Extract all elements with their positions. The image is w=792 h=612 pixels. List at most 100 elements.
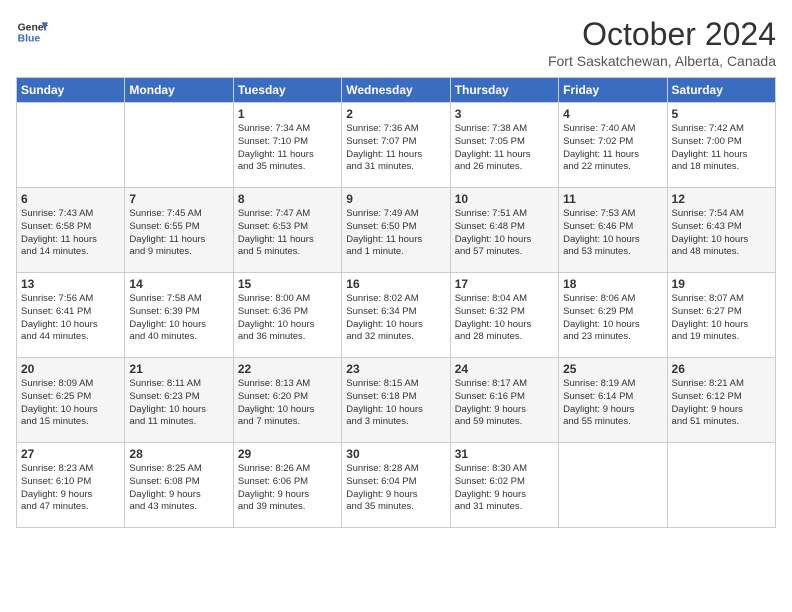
cell-content: Sunrise: 7:53 AM Sunset: 6:46 PM Dayligh… — [563, 208, 662, 259]
cell-content: Sunrise: 8:02 AM Sunset: 6:34 PM Dayligh… — [346, 293, 445, 344]
day-number: 10 — [455, 192, 554, 206]
day-number: 2 — [346, 107, 445, 121]
weekday-header: Sunday — [17, 78, 125, 103]
day-number: 22 — [238, 362, 337, 376]
day-number: 18 — [563, 277, 662, 291]
cell-content: Sunrise: 7:42 AM Sunset: 7:00 PM Dayligh… — [672, 123, 771, 174]
calendar-cell: 21 Sunrise: 8:11 AM Sunset: 6:23 PM Dayli… — [125, 358, 233, 443]
weekday-header: Saturday — [667, 78, 775, 103]
day-number: 1 — [238, 107, 337, 121]
calendar-cell: 6 Sunrise: 7:43 AM Sunset: 6:58 PM Daylig… — [17, 188, 125, 273]
cell-content: Sunrise: 7:58 AM Sunset: 6:39 PM Dayligh… — [129, 293, 228, 344]
calendar-cell — [559, 443, 667, 528]
cell-content: Sunrise: 7:54 AM Sunset: 6:43 PM Dayligh… — [672, 208, 771, 259]
calendar-cell: 27 Sunrise: 8:23 AM Sunset: 6:10 PM Dayli… — [17, 443, 125, 528]
calendar-row: 6 Sunrise: 7:43 AM Sunset: 6:58 PM Daylig… — [17, 188, 776, 273]
day-number: 9 — [346, 192, 445, 206]
weekday-header: Tuesday — [233, 78, 341, 103]
day-number: 23 — [346, 362, 445, 376]
calendar-cell: 18 Sunrise: 8:06 AM Sunset: 6:29 PM Dayli… — [559, 273, 667, 358]
calendar-cell: 5 Sunrise: 7:42 AM Sunset: 7:00 PM Daylig… — [667, 103, 775, 188]
cell-content: Sunrise: 7:34 AM Sunset: 7:10 PM Dayligh… — [238, 123, 337, 174]
day-number: 7 — [129, 192, 228, 206]
cell-content: Sunrise: 7:43 AM Sunset: 6:58 PM Dayligh… — [21, 208, 120, 259]
day-number: 15 — [238, 277, 337, 291]
day-number: 14 — [129, 277, 228, 291]
cell-content: Sunrise: 8:07 AM Sunset: 6:27 PM Dayligh… — [672, 293, 771, 344]
calendar-cell — [667, 443, 775, 528]
calendar-cell: 25Sunrise: 8:19 AM Sunset: 6:14 PM Dayli… — [559, 358, 667, 443]
cell-content: Sunrise: 7:40 AM Sunset: 7:02 PM Dayligh… — [563, 123, 662, 174]
month-title: October 2024 — [548, 16, 776, 53]
calendar-cell: 19Sunrise: 8:07 AM Sunset: 6:27 PM Dayli… — [667, 273, 775, 358]
calendar-cell: 17Sunrise: 8:04 AM Sunset: 6:32 PM Dayli… — [450, 273, 558, 358]
calendar-cell: 31 Sunrise: 8:30 AM Sunset: 6:02 PM Dayli… — [450, 443, 558, 528]
day-number: 13 — [21, 277, 120, 291]
cell-content: Sunrise: 8:23 AM Sunset: 6:10 PM Dayligh… — [21, 463, 120, 514]
calendar-cell: 7 Sunrise: 7:45 AM Sunset: 6:55 PM Daylig… — [125, 188, 233, 273]
calendar-cell: 29 Sunrise: 8:26 AM Sunset: 6:06 PM Dayli… — [233, 443, 341, 528]
day-number: 5 — [672, 107, 771, 121]
calendar-cell: 11 Sunrise: 7:53 AM Sunset: 6:46 PM Dayli… — [559, 188, 667, 273]
calendar-cell: 10 Sunrise: 7:51 AM Sunset: 6:48 PM Dayli… — [450, 188, 558, 273]
cell-content: Sunrise: 8:11 AM Sunset: 6:23 PM Dayligh… — [129, 378, 228, 429]
location: Fort Saskatchewan, Alberta, Canada — [548, 53, 776, 69]
day-number: 4 — [563, 107, 662, 121]
calendar-cell: 13 Sunrise: 7:56 AM Sunset: 6:41 PM Dayli… — [17, 273, 125, 358]
calendar-cell: 15 Sunrise: 8:00 AM Sunset: 6:36 PM Dayli… — [233, 273, 341, 358]
day-number: 3 — [455, 107, 554, 121]
page-header: General Blue October 2024 Fort Saskatche… — [16, 16, 776, 69]
day-number: 20 — [21, 362, 120, 376]
day-number: 29 — [238, 447, 337, 461]
cell-content: Sunrise: 7:56 AM Sunset: 6:41 PM Dayligh… — [21, 293, 120, 344]
weekday-header: Monday — [125, 78, 233, 103]
cell-content: Sunrise: 8:09 AM Sunset: 6:25 PM Dayligh… — [21, 378, 120, 429]
day-number: 30 — [346, 447, 445, 461]
calendar-cell: 30 Sunrise: 8:28 AM Sunset: 6:04 PM Dayli… — [342, 443, 450, 528]
calendar-row: 27 Sunrise: 8:23 AM Sunset: 6:10 PM Dayli… — [17, 443, 776, 528]
cell-content: Sunrise: 8:06 AM Sunset: 6:29 PM Dayligh… — [563, 293, 662, 344]
cell-content: Sunrise: 7:49 AM Sunset: 6:50 PM Dayligh… — [346, 208, 445, 259]
calendar-cell: 26Sunrise: 8:21 AM Sunset: 6:12 PM Dayli… — [667, 358, 775, 443]
cell-content: Sunrise: 7:45 AM Sunset: 6:55 PM Dayligh… — [129, 208, 228, 259]
cell-content: Sunrise: 7:47 AM Sunset: 6:53 PM Dayligh… — [238, 208, 337, 259]
day-number: 21 — [129, 362, 228, 376]
day-number: 12 — [672, 192, 771, 206]
cell-content: Sunrise: 8:15 AM Sunset: 6:18 PM Dayligh… — [346, 378, 445, 429]
calendar-cell: 20 Sunrise: 8:09 AM Sunset: 6:25 PM Dayli… — [17, 358, 125, 443]
day-number: 31 — [455, 447, 554, 461]
cell-content: Sunrise: 8:17 AM Sunset: 6:16 PM Dayligh… — [455, 378, 554, 429]
calendar-cell: 8 Sunrise: 7:47 AM Sunset: 6:53 PM Daylig… — [233, 188, 341, 273]
cell-content: Sunrise: 8:26 AM Sunset: 6:06 PM Dayligh… — [238, 463, 337, 514]
weekday-header: Thursday — [450, 78, 558, 103]
calendar-cell — [125, 103, 233, 188]
calendar-cell: 14 Sunrise: 7:58 AM Sunset: 6:39 PM Dayli… — [125, 273, 233, 358]
calendar-cell: 4 Sunrise: 7:40 AM Sunset: 7:02 PM Daylig… — [559, 103, 667, 188]
cell-content: Sunrise: 8:28 AM Sunset: 6:04 PM Dayligh… — [346, 463, 445, 514]
cell-content: Sunrise: 8:25 AM Sunset: 6:08 PM Dayligh… — [129, 463, 228, 514]
day-number: 11 — [563, 192, 662, 206]
calendar-cell: 16Sunrise: 8:02 AM Sunset: 6:34 PM Dayli… — [342, 273, 450, 358]
day-number: 8 — [238, 192, 337, 206]
calendar-row: 1 Sunrise: 7:34 AM Sunset: 7:10 PM Daylig… — [17, 103, 776, 188]
day-number: 25 — [563, 362, 662, 376]
day-number: 24 — [455, 362, 554, 376]
calendar-cell: 1 Sunrise: 7:34 AM Sunset: 7:10 PM Daylig… — [233, 103, 341, 188]
header-row: SundayMondayTuesdayWednesdayThursdayFrid… — [17, 78, 776, 103]
svg-text:Blue: Blue — [18, 34, 41, 45]
title-block: October 2024 Fort Saskatchewan, Alberta,… — [548, 16, 776, 69]
calendar-cell — [17, 103, 125, 188]
calendar-cell: 23 Sunrise: 8:15 AM Sunset: 6:18 PM Dayli… — [342, 358, 450, 443]
day-number: 6 — [21, 192, 120, 206]
cell-content: Sunrise: 7:51 AM Sunset: 6:48 PM Dayligh… — [455, 208, 554, 259]
cell-content: Sunrise: 8:00 AM Sunset: 6:36 PM Dayligh… — [238, 293, 337, 344]
weekday-header: Friday — [559, 78, 667, 103]
calendar-cell: 22Sunrise: 8:13 AM Sunset: 6:20 PM Dayli… — [233, 358, 341, 443]
day-number: 27 — [21, 447, 120, 461]
cell-content: Sunrise: 7:38 AM Sunset: 7:05 PM Dayligh… — [455, 123, 554, 174]
day-number: 28 — [129, 447, 228, 461]
cell-content: Sunrise: 8:30 AM Sunset: 6:02 PM Dayligh… — [455, 463, 554, 514]
cell-content: Sunrise: 8:04 AM Sunset: 6:32 PM Dayligh… — [455, 293, 554, 344]
logo: General Blue — [16, 16, 48, 48]
cell-content: Sunrise: 8:21 AM Sunset: 6:12 PM Dayligh… — [672, 378, 771, 429]
